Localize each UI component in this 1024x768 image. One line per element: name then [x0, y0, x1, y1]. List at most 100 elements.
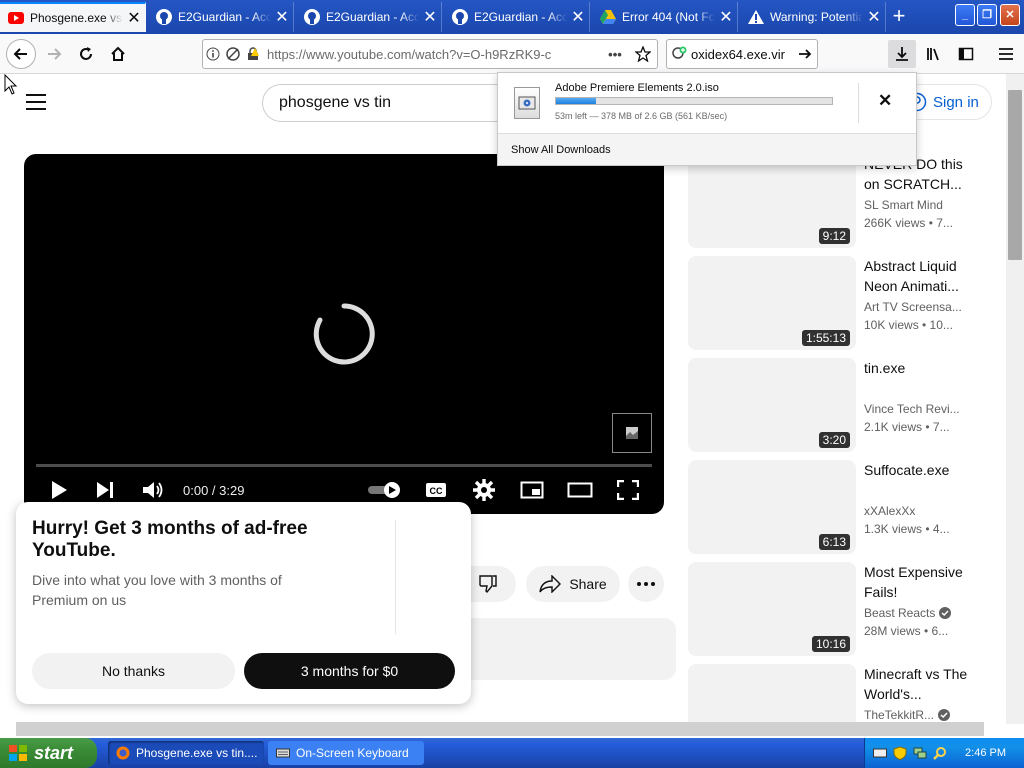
forward-button[interactable] [40, 40, 68, 68]
tab-close-icon[interactable]: ✕ [419, 7, 441, 27]
search-bar[interactable]: oxidex64.exe.vir [666, 39, 818, 69]
tab-close-icon[interactable]: ✕ [271, 7, 293, 27]
video-player[interactable]: 0:00 / 3:29 CC [24, 154, 664, 514]
page-actions-icon[interactable]: ••• [601, 47, 629, 62]
network-icon[interactable] [913, 746, 927, 760]
taskbar-item-osk[interactable]: On-Screen Keyboard [268, 741, 424, 765]
restore-button[interactable]: ❐ [977, 4, 997, 26]
close-window-button[interactable]: ✕ [1000, 4, 1020, 26]
broken-image-icon[interactable] [612, 413, 652, 453]
taskbar-item-firefox[interactable]: Phosgene.exe vs tin.... [108, 741, 264, 765]
video-meta: 1.3K views • 4... [864, 522, 950, 536]
recommendation-item[interactable]: 1:55:13 Abstract Liquid Neon Animati... … [688, 256, 988, 350]
home-button[interactable] [104, 40, 132, 68]
description-box[interactable] [440, 618, 676, 680]
hamburger-menu-icon [999, 48, 1013, 60]
new-tab-button[interactable]: + [886, 5, 912, 29]
minimize-button[interactable]: _ [955, 4, 975, 26]
verified-badge-icon [939, 607, 952, 619]
scrollbar-thumb[interactable] [1008, 90, 1022, 260]
library-button[interactable] [920, 40, 948, 68]
cancel-download-button[interactable]: ✕ [878, 91, 892, 111]
back-button[interactable] [6, 39, 36, 69]
share-button[interactable]: Share [526, 566, 620, 602]
search-tray-icon[interactable] [933, 746, 947, 760]
channel-name[interactable]: Beast Reacts [864, 606, 964, 620]
video-title[interactable]: Abstract Liquid Neon Animati... [864, 256, 970, 296]
sidebar-icon [958, 47, 974, 61]
recommendation-item[interactable]: 3:20 tin.exe Vince Tech Revi... 2.1K vie… [688, 358, 988, 452]
video-meta: 2.1K views • 7... [864, 420, 950, 434]
app-menu-button[interactable] [992, 40, 1020, 68]
channel-name[interactable]: Vince Tech Revi... [864, 402, 964, 416]
tab-e2guardian-1[interactable]: E2Guardian - Access Denied ✕ [148, 2, 294, 32]
channel-name[interactable]: SL Smart Mind [864, 198, 964, 212]
recommendation-item[interactable]: 10:16 Most Expensive Fails! Beast Reacts… [688, 562, 988, 656]
bookmark-star-icon[interactable] [629, 46, 657, 62]
fullscreen-button[interactable] [616, 476, 640, 504]
theater-mode-button[interactable] [567, 476, 593, 504]
channel-name[interactable]: TheTekkitR... [864, 708, 964, 722]
guide-menu-icon[interactable] [26, 94, 46, 110]
verified-badge-icon [938, 709, 951, 721]
search-engine-add-icon[interactable] [667, 46, 691, 62]
subtitles-button[interactable]: CC [424, 476, 448, 504]
security-shield-icon[interactable] [893, 746, 907, 760]
horizontal-scrollbar[interactable] [16, 722, 984, 736]
info-icon[interactable] [203, 47, 223, 61]
url-bar[interactable]: https://www.youtube.com/watch?v=O-h9RzRK… [202, 39, 658, 69]
video-thumbnail[interactable] [688, 664, 856, 724]
tab-security-warning[interactable]: Warning: Potential Security Risk ✕ [740, 2, 886, 32]
recommendation-item[interactable]: Minecraft vs The World's... TheTekkitR..… [688, 664, 988, 724]
downloads-panel: Adobe Premiere Elements 2.0.iso 53m left… [497, 72, 917, 166]
keyboard-tray-icon[interactable] [873, 747, 887, 759]
video-title[interactable]: tin.exe [864, 358, 970, 378]
tab-error-404[interactable]: Error 404 (Not Found) ✕ [592, 2, 738, 32]
next-button[interactable] [94, 476, 116, 504]
settings-button[interactable] [472, 476, 496, 504]
vertical-scrollbar[interactable] [1006, 74, 1024, 724]
more-actions-button[interactable] [628, 566, 664, 602]
video-thumbnail[interactable]: 3:20 [688, 358, 856, 452]
video-thumbnail[interactable]: 10:16 [688, 562, 856, 656]
tab-e2guardian-2[interactable]: E2Guardian - Access Denied ✕ [296, 2, 442, 32]
video-title[interactable]: Suffocate.exe [864, 460, 970, 480]
volume-icon [143, 482, 163, 498]
sidebar-toggle-button[interactable] [952, 40, 980, 68]
miniplayer-button[interactable] [519, 476, 545, 504]
youtube-search-input[interactable]: phosgene vs tin [262, 84, 502, 122]
more-horizontal-icon [637, 582, 655, 586]
tab-close-icon[interactable]: ✕ [715, 7, 737, 27]
tab-close-icon[interactable]: ✕ [567, 7, 589, 27]
get-offer-button[interactable]: 3 months for $0 [244, 653, 455, 689]
autoplay-blocked-icon[interactable] [223, 47, 243, 61]
channel-name[interactable]: Art TV Screensa... [864, 300, 964, 314]
autoplay-toggle[interactable] [367, 476, 403, 504]
video-thumbnail[interactable]: 1:55:13 [688, 256, 856, 350]
recommendation-item[interactable]: 9:12 NEVER DO this on SCRATCH... SL Smar… [688, 154, 988, 248]
start-button[interactable]: start [0, 738, 97, 768]
no-thanks-button[interactable]: No thanks [32, 653, 235, 689]
downloads-button[interactable] [888, 40, 916, 68]
video-thumbnail[interactable]: 9:12 [688, 154, 856, 248]
reload-button[interactable] [72, 40, 100, 68]
tab-e2guardian-3[interactable]: E2Guardian - Access Denied ✕ [444, 2, 590, 32]
video-duration: 9:12 [818, 228, 850, 244]
video-title[interactable]: Most Expensive Fails! [864, 562, 970, 602]
search-go-icon[interactable] [793, 47, 817, 61]
download-file-name[interactable]: Adobe Premiere Elements 2.0.iso [555, 82, 719, 94]
play-button[interactable] [48, 476, 70, 504]
insecure-lock-icon[interactable] [243, 47, 263, 61]
tab-phosgene[interactable]: Phosgene.exe vs tin ✕ [0, 2, 146, 32]
video-title[interactable]: Minecraft vs The World's... [864, 664, 970, 704]
show-all-downloads-button[interactable]: Show All Downloads [498, 133, 916, 165]
promo-body: Dive into what you love with 3 months of… [32, 572, 282, 608]
channel-name[interactable]: xXAlexXx [864, 504, 964, 518]
tab-close-icon[interactable]: ✕ [123, 8, 145, 28]
tab-close-icon[interactable]: ✕ [863, 7, 885, 27]
firefox-icon [116, 746, 130, 760]
video-thumbnail[interactable]: 6:13 [688, 460, 856, 554]
video-progress-bar[interactable] [36, 464, 652, 467]
mute-button[interactable] [141, 476, 165, 504]
recommendation-item[interactable]: 6:13 Suffocate.exe xXAlexXx 1.3K views •… [688, 460, 988, 554]
